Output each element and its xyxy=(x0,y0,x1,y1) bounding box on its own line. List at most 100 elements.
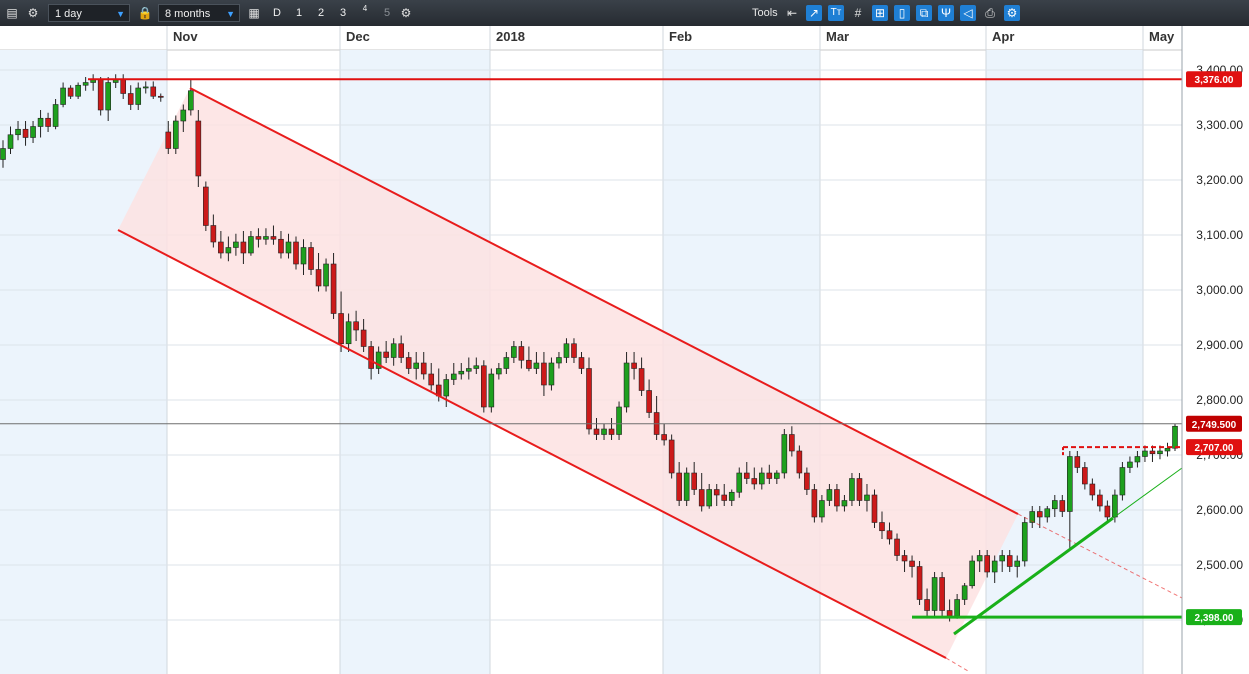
candle-up[interactable] xyxy=(180,109,187,122)
period-button-5[interactable]: 5 xyxy=(378,4,396,22)
candle-down[interactable] xyxy=(518,346,525,361)
candle-up[interactable] xyxy=(443,379,450,397)
candle-down[interactable] xyxy=(1074,456,1081,468)
candle-down[interactable] xyxy=(127,93,134,105)
candle-down[interactable] xyxy=(698,489,705,507)
candle-up[interactable] xyxy=(849,478,855,501)
candle-down[interactable] xyxy=(571,343,577,358)
candle-down[interactable] xyxy=(789,434,795,452)
candle-up[interactable] xyxy=(1164,447,1171,452)
candle-down[interactable] xyxy=(676,472,682,501)
candle-up[interactable] xyxy=(1021,522,1028,562)
candle-up[interactable] xyxy=(488,373,495,408)
grid-icon[interactable]: # xyxy=(850,5,866,21)
candle-up[interactable] xyxy=(556,357,562,364)
candle-up[interactable] xyxy=(37,117,44,127)
candle-up[interactable] xyxy=(1044,508,1051,518)
candle-down[interactable] xyxy=(330,263,337,314)
candle-down[interactable] xyxy=(721,494,728,501)
candle-down[interactable] xyxy=(1149,450,1156,455)
candle-up[interactable] xyxy=(841,500,848,507)
candle-up[interactable] xyxy=(188,90,194,111)
candle-down[interactable] xyxy=(856,478,863,501)
candle-down[interactable] xyxy=(428,373,435,386)
copy-icon[interactable]: ⧉ xyxy=(916,5,932,21)
candle-down[interactable] xyxy=(661,434,667,441)
candle-down[interactable] xyxy=(646,390,652,413)
candle-down[interactable] xyxy=(22,128,29,138)
candle-down[interactable] xyxy=(1089,483,1096,496)
price-chart[interactable]: Nov Dec 2018 Feb Mar Apr May 3,400.003,300.003… xyxy=(0,26,1249,674)
candle-down[interactable] xyxy=(713,489,720,496)
candle-up[interactable] xyxy=(736,472,743,493)
lock-icon[interactable]: 🔒 xyxy=(137,5,153,21)
chart-area[interactable]: Nov Dec 2018 Feb Mar Apr May 3,400.00 3,300.00 3… xyxy=(0,26,1249,674)
candle-down[interactable] xyxy=(1104,505,1111,518)
candle-down[interactable] xyxy=(368,346,374,369)
candle-up[interactable] xyxy=(172,120,179,149)
candle-down[interactable] xyxy=(804,472,810,490)
candle-down[interactable] xyxy=(308,247,314,270)
candle-down[interactable] xyxy=(984,555,990,573)
candle-up[interactable] xyxy=(458,370,465,375)
candle-up[interactable] xyxy=(0,148,6,160)
period-button-3[interactable]: 3 xyxy=(334,4,352,22)
candle-down[interactable] xyxy=(210,225,217,243)
candle-down[interactable] xyxy=(157,95,164,98)
candle-down[interactable] xyxy=(278,238,284,254)
candle-icon[interactable]: ▯ xyxy=(894,5,910,21)
candle-down[interactable] xyxy=(218,241,224,254)
candle-down[interactable] xyxy=(668,439,675,474)
candle-up[interactable] xyxy=(616,406,622,435)
candle-up[interactable] xyxy=(781,434,788,474)
candle-up[interactable] xyxy=(285,241,292,254)
candle-up[interactable] xyxy=(15,128,21,136)
period-button-2[interactable]: 2 xyxy=(312,4,330,22)
candle-up[interactable] xyxy=(533,362,540,369)
candle-down[interactable] xyxy=(398,343,404,358)
candle-down[interactable] xyxy=(165,131,172,149)
candle-up[interactable] xyxy=(135,87,142,105)
candle-down[interactable] xyxy=(315,269,322,287)
candle-up[interactable] xyxy=(503,357,510,369)
candle-up[interactable] xyxy=(496,368,502,375)
candle-down[interactable] xyxy=(1082,467,1088,485)
candle-up[interactable] xyxy=(105,82,111,111)
candle-down[interactable] xyxy=(150,86,157,97)
candle-up[interactable] xyxy=(969,560,975,587)
candle-down[interactable] xyxy=(638,368,645,391)
pitchfork-icon[interactable]: Ψ xyxy=(938,5,954,21)
candle-down[interactable] xyxy=(871,494,878,523)
candle-up[interactable] xyxy=(774,472,780,479)
candle-down[interactable] xyxy=(811,489,818,518)
candle-up[interactable] xyxy=(345,321,352,345)
candle-up[interactable] xyxy=(563,343,570,358)
shape-icon[interactable]: ◁ xyxy=(960,5,976,21)
text-icon[interactable]: Tт xyxy=(828,5,844,21)
candle-up[interactable] xyxy=(931,577,938,611)
candle-up[interactable] xyxy=(413,362,420,369)
candle-down[interactable] xyxy=(270,236,277,240)
candle-up[interactable] xyxy=(1014,560,1021,567)
candle-up[interactable] xyxy=(248,236,254,254)
candle-down[interactable] xyxy=(45,117,51,127)
candle-down[interactable] xyxy=(203,186,209,226)
trendline-icon[interactable]: ↗ xyxy=(806,5,822,21)
candle-up[interactable] xyxy=(991,560,998,573)
period-button-4[interactable]: 4 xyxy=(356,4,374,22)
interval-select[interactable]: 1 day ▼ xyxy=(48,4,130,22)
candle-down[interactable] xyxy=(894,538,900,556)
candle-down[interactable] xyxy=(541,362,547,386)
candle-down[interactable] xyxy=(195,120,202,177)
candle-up[interactable] xyxy=(323,263,329,287)
candle-down[interactable] xyxy=(353,321,359,331)
candle-up[interactable] xyxy=(1127,461,1133,468)
candle-up[interactable] xyxy=(7,134,14,149)
candle-down[interactable] xyxy=(886,530,893,540)
candle-down[interactable] xyxy=(946,610,953,617)
candle-up[interactable] xyxy=(819,500,825,518)
candle-down[interactable] xyxy=(916,566,923,600)
candle-up[interactable] xyxy=(548,362,555,386)
candle-down[interactable] xyxy=(383,351,389,358)
candle-down[interactable] xyxy=(360,329,367,347)
